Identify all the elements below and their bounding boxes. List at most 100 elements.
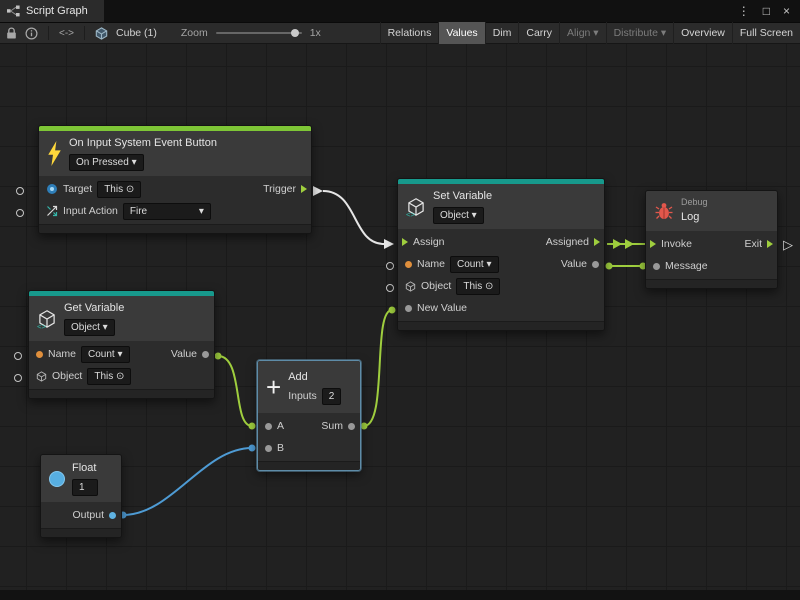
cube-icon — [95, 27, 108, 40]
graph-target-breadcrumb[interactable]: Cube (1) — [116, 27, 157, 39]
inputs-count-field[interactable]: 2 — [322, 388, 342, 405]
wire-float-to-b[interactable] — [123, 448, 252, 515]
node-footer — [39, 224, 311, 233]
lock-icon[interactable] — [6, 27, 17, 40]
script-graph-icon — [7, 5, 20, 17]
variable-cube-icon: <> — [406, 197, 426, 217]
align-button[interactable]: Align ▾ — [559, 22, 606, 44]
zoom-value: 1x — [310, 27, 321, 39]
node-title: Add — [288, 370, 308, 385]
toolbar-buttons: Relations Values Dim Carry Align ▾ Distr… — [380, 22, 800, 44]
new-value-port-dot[interactable] — [405, 305, 412, 312]
assign-port[interactable] — [402, 238, 408, 246]
event-target-port[interactable] — [16, 187, 24, 195]
new-value-label: New Value — [417, 302, 467, 314]
message-port-dot[interactable] — [653, 263, 660, 270]
variable-scope-dropdown[interactable]: Object ▾ — [64, 319, 115, 336]
float-value-field[interactable]: 1 — [72, 479, 98, 496]
node-float[interactable]: Float 1 Output — [40, 454, 122, 538]
variable-scope-dropdown[interactable]: Object ▾ — [433, 207, 484, 224]
svg-text:<>: <> — [406, 210, 416, 217]
node-get-variable[interactable]: <> Get Variable Object ▾ Name Count ▾ Va… — [28, 290, 215, 399]
name-dropdown[interactable]: Count ▾ — [81, 346, 129, 363]
exit-port-arrow[interactable]: ▷ — [783, 238, 793, 251]
message-label: Message — [665, 260, 708, 272]
output-port-dot[interactable] — [109, 512, 116, 519]
setvar-name-port[interactable] — [386, 262, 394, 270]
node-debug-log[interactable]: Debug Log Invoke Exit Message — [645, 190, 778, 289]
wire-endpoint — [606, 263, 613, 270]
full-screen-button[interactable]: Full Screen — [732, 22, 800, 44]
b-row: B — [258, 437, 360, 459]
carry-button[interactable]: Carry — [518, 22, 559, 44]
object-chip[interactable]: This ⊙ — [87, 368, 131, 385]
node-set-variable[interactable]: <> Set Variable Object ▾ Assign Assigned… — [397, 178, 605, 331]
graph-toolbar: <-> Cube (1) Zoom 1x Relations Values Di… — [0, 22, 800, 44]
inputs-label: Inputs — [288, 390, 317, 402]
input-action-value: Fire — [130, 205, 147, 218]
float-icon — [49, 471, 65, 487]
tab-script-graph[interactable]: Script Graph — [0, 0, 104, 22]
node-add[interactable]: + Add Inputs 2 A Sum B — [257, 360, 361, 471]
zoom-label: Zoom — [181, 27, 208, 39]
gameobject-icon — [46, 183, 58, 195]
getvar-object-port[interactable] — [14, 374, 22, 382]
output-label: Output — [72, 509, 104, 521]
close-icon[interactable]: × — [783, 4, 790, 18]
lightning-icon — [47, 141, 62, 166]
assign-label: Assign — [413, 236, 445, 248]
object-cube-icon — [405, 281, 416, 292]
trigger-port[interactable] — [301, 185, 307, 193]
event-action-port[interactable] — [16, 209, 24, 217]
name-port-dot[interactable] — [36, 351, 43, 358]
wire-trigger-to-assign[interactable] — [323, 191, 384, 244]
overview-button[interactable]: Overview — [673, 22, 732, 44]
wire-endpoint — [249, 445, 256, 452]
target-object-chip[interactable]: This ⊙ — [97, 181, 141, 198]
b-port-dot[interactable] — [265, 445, 272, 452]
getvar-name-port[interactable] — [14, 352, 22, 360]
node-footer — [258, 461, 360, 470]
title-bar: Script Graph ⋮ □ × — [0, 0, 800, 22]
node-footer — [398, 321, 604, 330]
invoke-port[interactable] — [650, 240, 656, 248]
object-cube-icon — [36, 371, 47, 382]
target-row: Target This ⊙ Trigger — [39, 178, 311, 200]
node-footer — [41, 528, 121, 537]
dim-button[interactable]: Dim — [485, 22, 519, 44]
info-icon[interactable] — [25, 27, 38, 40]
invoke-label: Invoke — [661, 238, 692, 250]
wire-sum-to-newvalue[interactable] — [364, 310, 392, 426]
value-port-dot[interactable] — [202, 351, 209, 358]
sum-port-dot[interactable] — [348, 423, 355, 430]
exit-port[interactable] — [767, 240, 773, 248]
object-chip[interactable]: This ⊙ — [456, 278, 500, 295]
input-action-dropdown[interactable]: Fire ▾ — [123, 203, 211, 220]
zoom-slider[interactable] — [216, 28, 302, 38]
graph-canvas[interactable]: ▷ On Input System Event Button On Presse… — [0, 44, 800, 590]
toolbar-separator — [48, 26, 49, 40]
value-label: Value — [561, 258, 587, 270]
expand-icon[interactable]: <-> — [59, 28, 74, 39]
wire-getvalue-to-a[interactable] — [218, 356, 252, 426]
a-row: A Sum — [258, 415, 360, 437]
node-on-input-system-event[interactable]: On Input System Event Button On Pressed … — [38, 125, 312, 234]
name-port-dot[interactable] — [405, 261, 412, 268]
relations-button[interactable]: Relations — [380, 22, 439, 44]
assigned-port[interactable] — [594, 238, 600, 246]
distribute-button[interactable]: Distribute ▾ — [606, 22, 674, 44]
wire-arrow — [313, 186, 323, 196]
invoke-row: Invoke Exit — [646, 233, 777, 255]
setvar-object-port[interactable] — [386, 284, 394, 292]
tab-label: Script Graph — [26, 5, 88, 17]
value-port-dot[interactable] — [592, 261, 599, 268]
values-button[interactable]: Values — [438, 22, 484, 44]
menu-icon[interactable]: ⋮ — [738, 4, 750, 18]
name-dropdown[interactable]: Count ▾ — [450, 256, 498, 273]
event-mode-dropdown[interactable]: On Pressed ▾ — [69, 154, 144, 171]
zoom-slider-handle[interactable] — [291, 29, 299, 37]
a-port-dot[interactable] — [265, 423, 272, 430]
maximize-icon[interactable]: □ — [763, 4, 770, 18]
wire-arrow — [613, 239, 622, 249]
value-label: Value — [171, 348, 197, 360]
